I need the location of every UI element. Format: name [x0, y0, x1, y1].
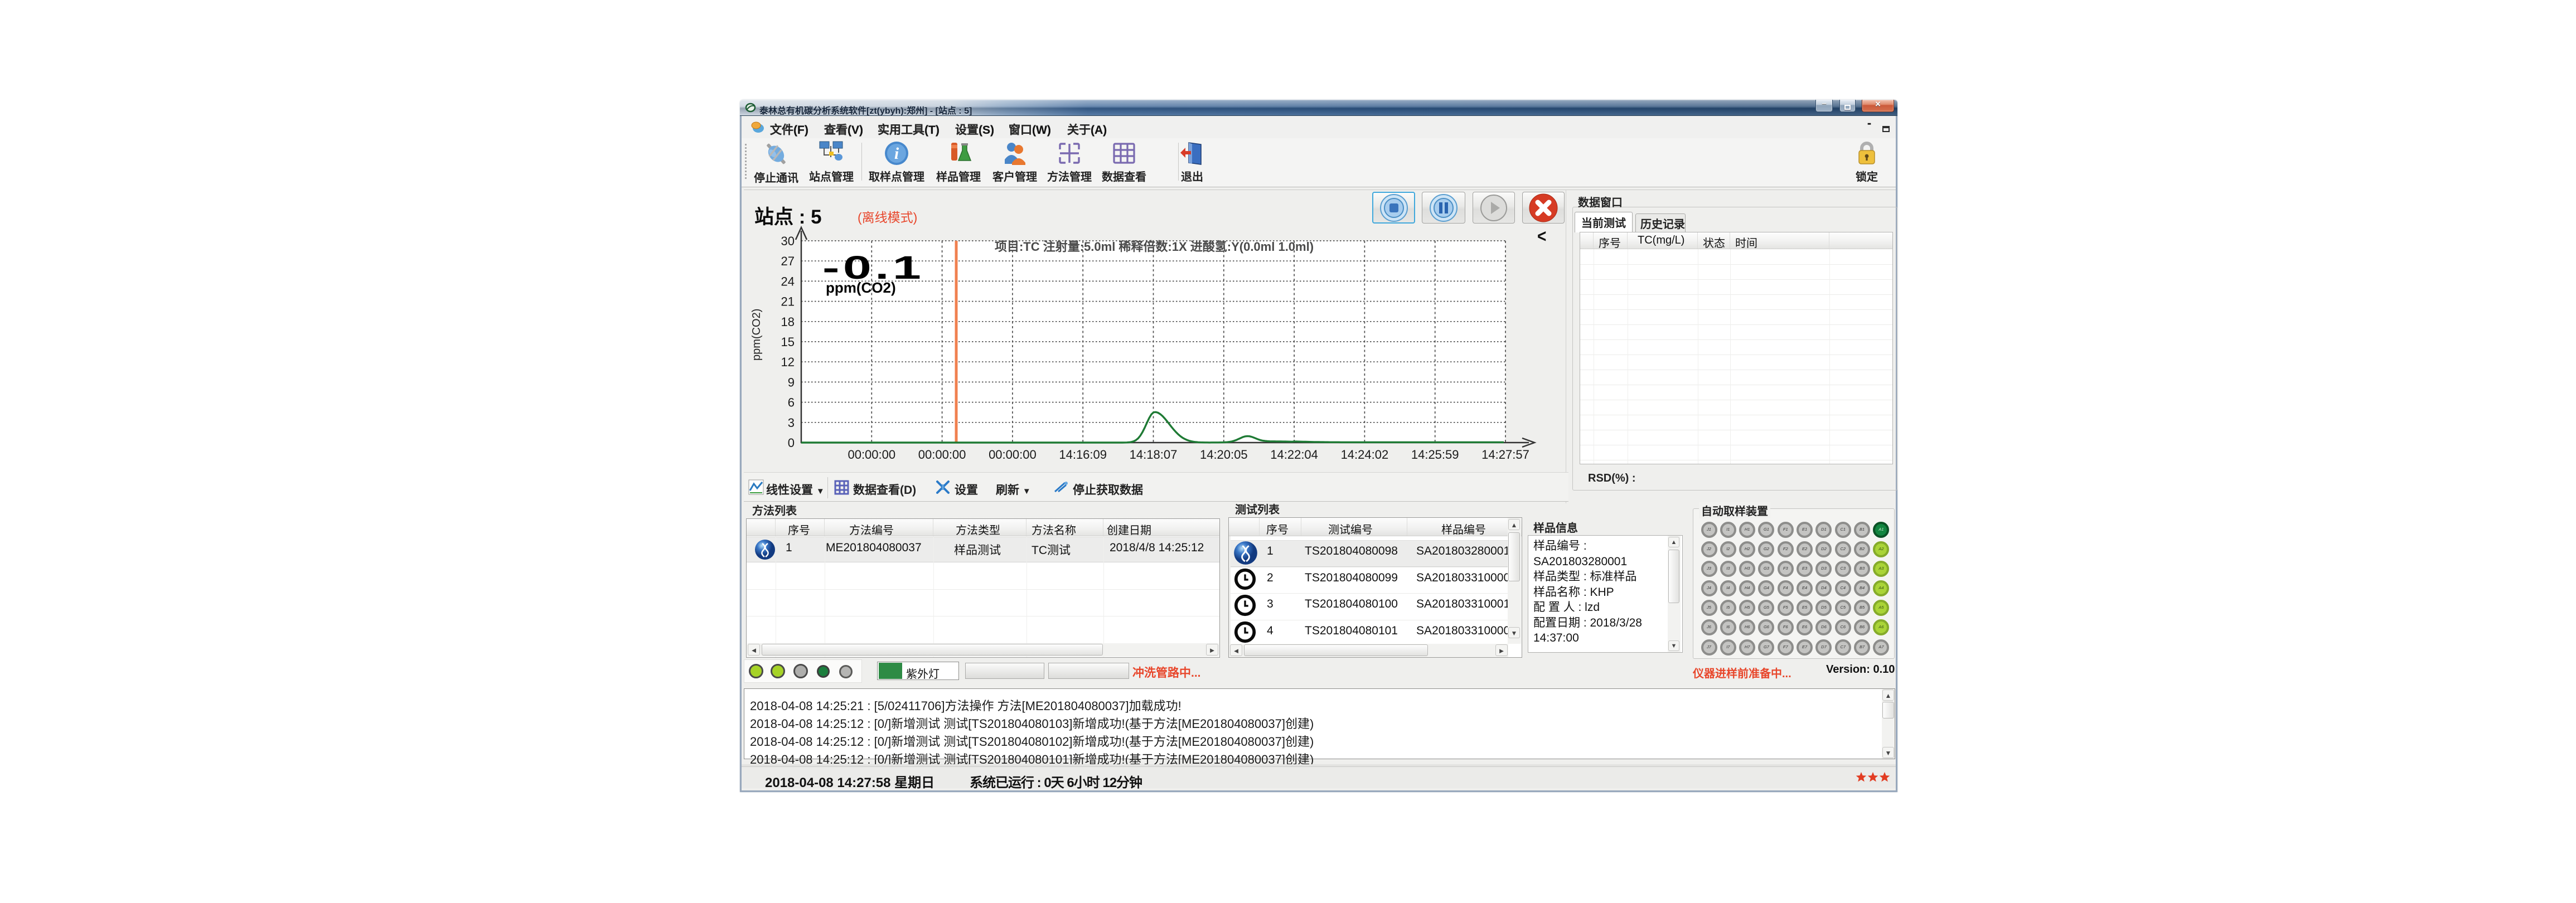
svg-text:15: 15: [781, 335, 795, 349]
svg-text:27: 27: [781, 254, 795, 268]
svg-text:12: 12: [781, 355, 795, 369]
svg-text:30: 30: [781, 234, 795, 248]
svg-text:0: 0: [788, 436, 795, 450]
svg-text:6: 6: [788, 396, 795, 410]
svg-text:24: 24: [781, 274, 795, 288]
svg-text:i: i: [894, 144, 899, 163]
svg-text:9: 9: [788, 375, 795, 389]
svg-text:18: 18: [781, 315, 795, 329]
svg-text:3: 3: [788, 416, 795, 430]
svg-text:21: 21: [781, 295, 795, 309]
